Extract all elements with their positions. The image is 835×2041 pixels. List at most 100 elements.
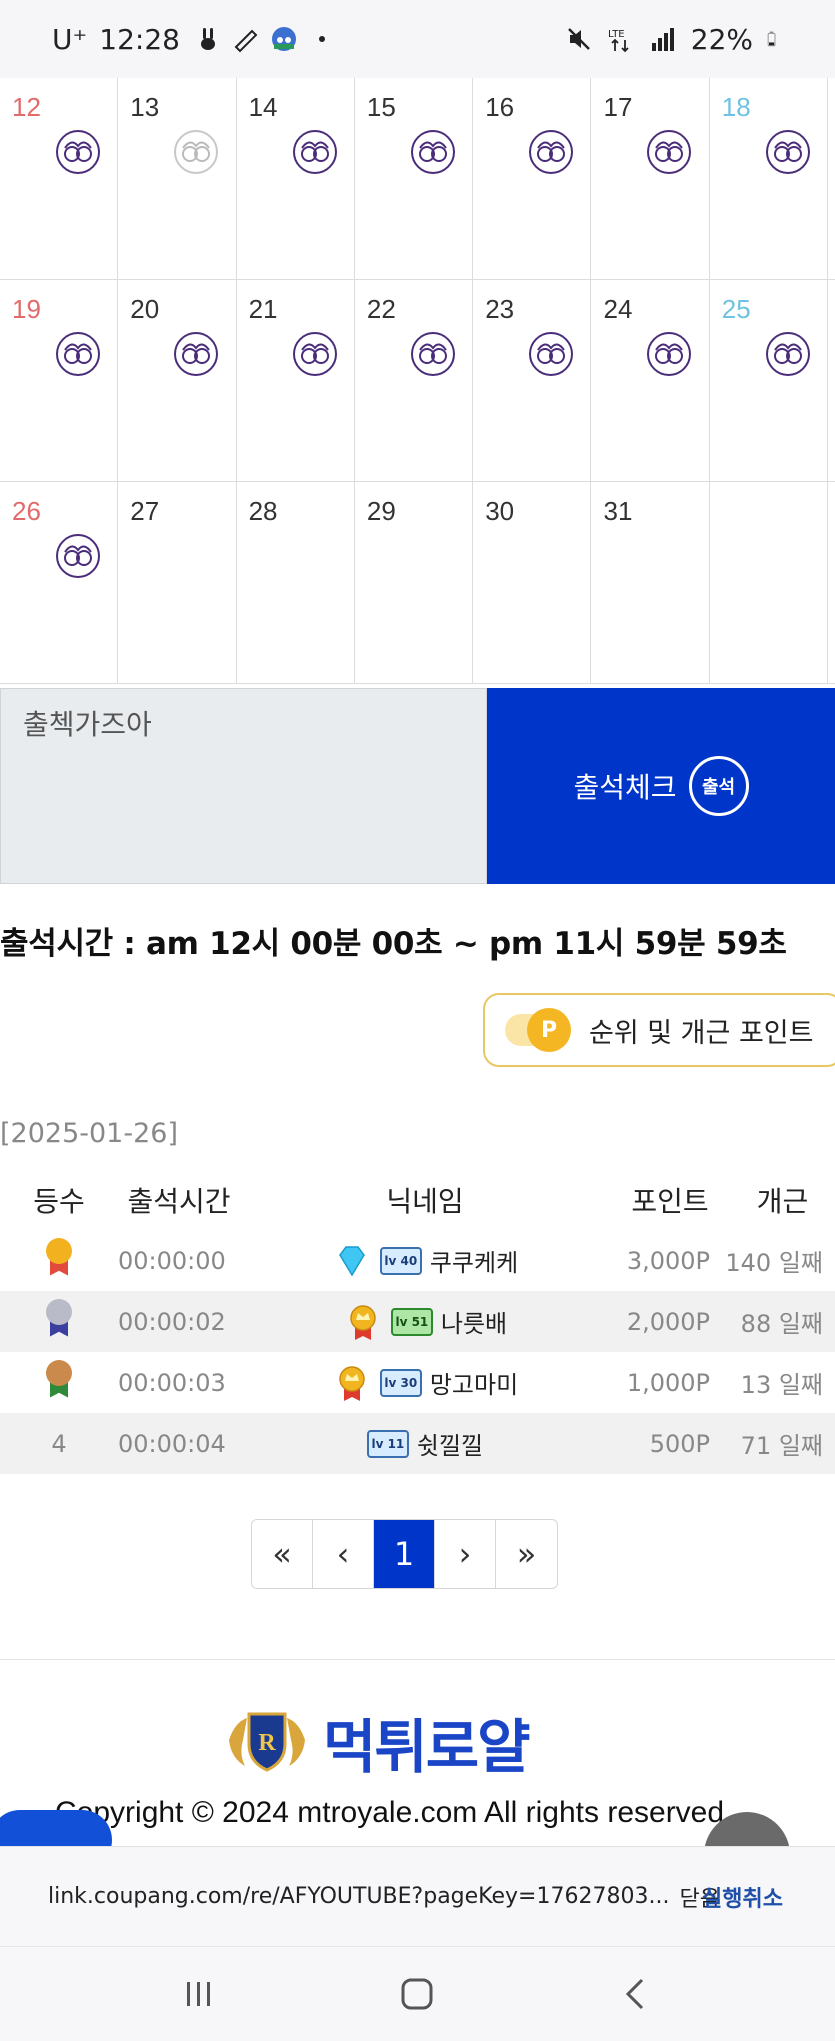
signal-icon [651,28,674,51]
recent-apps-icon [187,1982,211,2006]
last-page-button[interactable]: » [496,1520,557,1588]
rank-points-button[interactable]: P 순위 및 개근 포인트 [483,993,835,1067]
calendar-day-cell[interactable]: 19 [0,280,119,481]
rank-cell [0,1237,118,1284]
nickname-cell[interactable]: lv 51 나릇배 [240,1302,610,1342]
attendance-stamp-icon [174,332,219,376]
streak-days-cell: 88 일째 [740,1310,823,1338]
calendar-day-cell[interactable]: 26 [0,482,119,683]
attendance-stamp-icon [174,130,219,174]
calendar-day-number: 26 [12,496,41,526]
header-time: 출석시간 [127,1185,231,1218]
back-button[interactable] [606,1964,666,2024]
home-button[interactable] [387,1964,447,2024]
calendar-day-cell[interactable]: 21 [235,280,355,481]
gold-medal-icon [44,1237,74,1278]
calendar-day-number: 25 [721,294,751,324]
first-page-button[interactable]: « [252,1520,313,1588]
attendance-stamp-icon [529,332,574,376]
calendar-day-number: 13 [130,92,160,122]
nickname-cell[interactable]: lv 11 쉿낄낄 [240,1426,610,1461]
attendance-stamp-icon [292,332,337,376]
system-nav-bar [0,1946,835,2041]
pagination: « ‹ 1 › » [251,1519,558,1589]
calendar-day-cell[interactable]: 17 [590,78,710,279]
prev-page-button[interactable]: ‹ [313,1520,374,1588]
calendar-day-cell[interactable]: 12 [0,78,119,279]
site-logo[interactable]: R 먹튀로얄 [225,1700,530,1784]
rank-cell [0,1298,118,1345]
footer-divider [0,1659,835,1660]
battery-percent: 22% [690,22,753,56]
calendar-day-cell[interactable]: 24 [590,280,710,481]
ranking-table: 등수 출석시간 닉네임 포인트 개근 00:00:00 lv 40 쿠쿠케케 3,00… [0,1170,835,1474]
calendar-day-number: 21 [248,294,278,324]
calendar-day-number: 29 [366,496,396,526]
calendar-day-number: 15 [366,92,396,122]
calendar-day-number: 28 [248,496,278,526]
point-cell: 2,000P [626,1307,710,1336]
calendar-day-cell[interactable]: 27 [117,482,237,683]
calendar-day-cell[interactable]: 18 [708,78,829,279]
copyright-text: Copyright © 2024 mtroyale.com All rights… [55,1796,733,1829]
table-row: 00:00:00 lv 40 쿠쿠케케 3,000P 140 일째 [0,1230,835,1291]
header-rank: 등수 [33,1185,85,1218]
calendar-day-cell[interactable]: 31 [590,482,710,683]
diamond-icon [338,1245,365,1276]
attendance-stamp-icon: 출석 [688,756,749,816]
attendance-time-cell: 00:00:02 [118,1307,226,1336]
next-page-button[interactable]: › [435,1520,496,1588]
calendar-day-cell[interactable]: 30 [472,482,592,683]
download-notification-bar: link.coupang.com/re/AFYOUTUBE?pageKey=17… [0,1846,835,1946]
table-row: 00:00:02 lv 51 나릇배 2,000P 88 일째 [0,1291,835,1352]
attendance-stamp-icon [56,130,100,174]
attendance-form: 출첵가즈아 출석체크 출석 [0,688,835,884]
calendar-day-number: 24 [603,294,633,324]
attendance-stamp-icon [529,130,574,174]
bronze-medal-icon [44,1359,74,1400]
attendance-stamp-icon [56,332,100,376]
crown-medal-icon [350,1304,376,1340]
calendar-day-cell[interactable]: 22 [353,280,474,481]
clock: 12:28 [99,22,180,56]
header-nick: 닉네임 [386,1185,464,1218]
logo-text: 먹튀로얄 [323,1715,530,1780]
calendar-day-number: 14 [248,92,278,122]
crown-medal-icon [339,1365,365,1401]
attendance-stamp-icon [292,130,337,174]
nickname-cell[interactable]: lv 30 망고마미 [240,1363,610,1403]
calendar-day-cell[interactable]: 20 [117,280,237,481]
coin-icon: P [505,1008,575,1052]
calendar-week: 26 27 28 29 30 31 [0,482,835,684]
header-days: 개근 [756,1185,809,1218]
streak-days-cell: 13 일째 [740,1371,823,1399]
attendance-comment-input[interactable]: 출첵가즈아 [0,688,487,884]
attendance-stamp-icon [56,534,100,578]
calendar-day-number: 30 [485,496,515,526]
calendar-day-cell[interactable]: 14 [235,78,355,279]
calendar-day-cell[interactable]: 16 [472,78,592,279]
calendar-day-cell[interactable]: 15 [353,78,474,279]
table-row: 00:00:03 lv 30 망고마미 1,000P 13 일째 [0,1352,835,1413]
calendar-day-cell[interactable]: 25 [708,280,829,481]
back-icon [625,1978,643,2010]
calendar-day-cell[interactable]: 29 [353,482,474,683]
calendar-day-number: 12 [12,92,41,122]
level-badge-icon: lv 11 [366,1429,409,1458]
point-cell: 3,000P [626,1246,710,1275]
calendar-day-cell[interactable]: 28 [235,482,355,683]
dot-icon [318,36,325,42]
attendance-check-button[interactable]: 출석체크 출석 [487,688,835,884]
calendar-day-cell[interactable]: 13 [117,78,237,279]
link-url[interactable]: link.coupang.com/re/AFYOUTUBE?pageKey=17… [48,1884,669,1909]
attendance-stamp-icon [410,130,455,174]
recent-apps-button[interactable] [169,1964,229,2024]
calendar-day-cell[interactable] [708,482,829,683]
calendar-day-cell[interactable]: 23 [472,280,592,481]
nickname-cell[interactable]: lv 40 쿠쿠케케 [240,1241,610,1281]
undo-button[interactable]: 실행취소 [702,1881,783,1913]
svg-text:LTE: LTE [608,29,625,40]
shield-logo-icon: R [229,1712,305,1772]
current-page-button[interactable]: 1 [374,1520,435,1588]
app-character-icon [271,27,296,51]
